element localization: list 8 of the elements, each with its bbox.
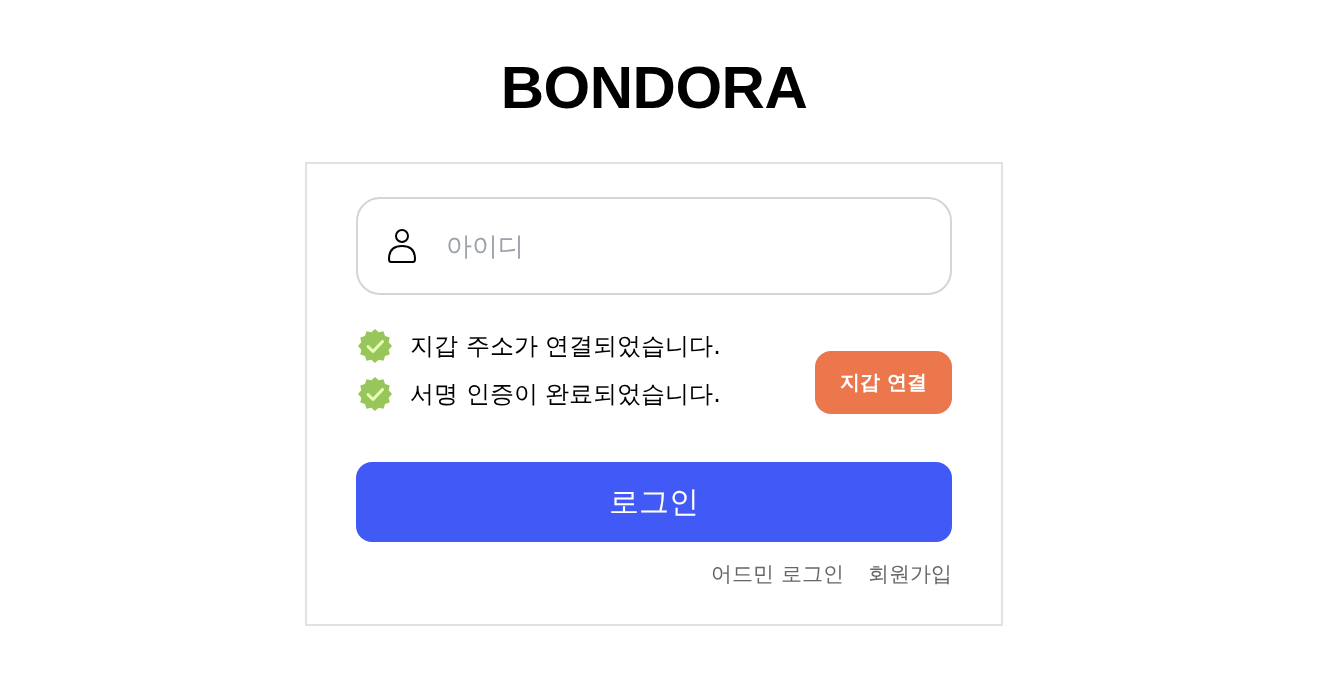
logo-text: BONDORA (500, 56, 808, 120)
id-input-field[interactable]: 아이디 (356, 197, 952, 295)
login-button[interactable]: 로그인 (356, 462, 952, 542)
user-icon (388, 228, 416, 264)
status-message: 서명 인증이 완료되었습니다. (410, 379, 721, 410)
status-message: 지갑 주소가 연결되었습니다. (410, 331, 721, 362)
footer-link[interactable]: 어드민 로그인 (711, 560, 844, 588)
footer-link[interactable]: 회원가입 (868, 560, 952, 588)
